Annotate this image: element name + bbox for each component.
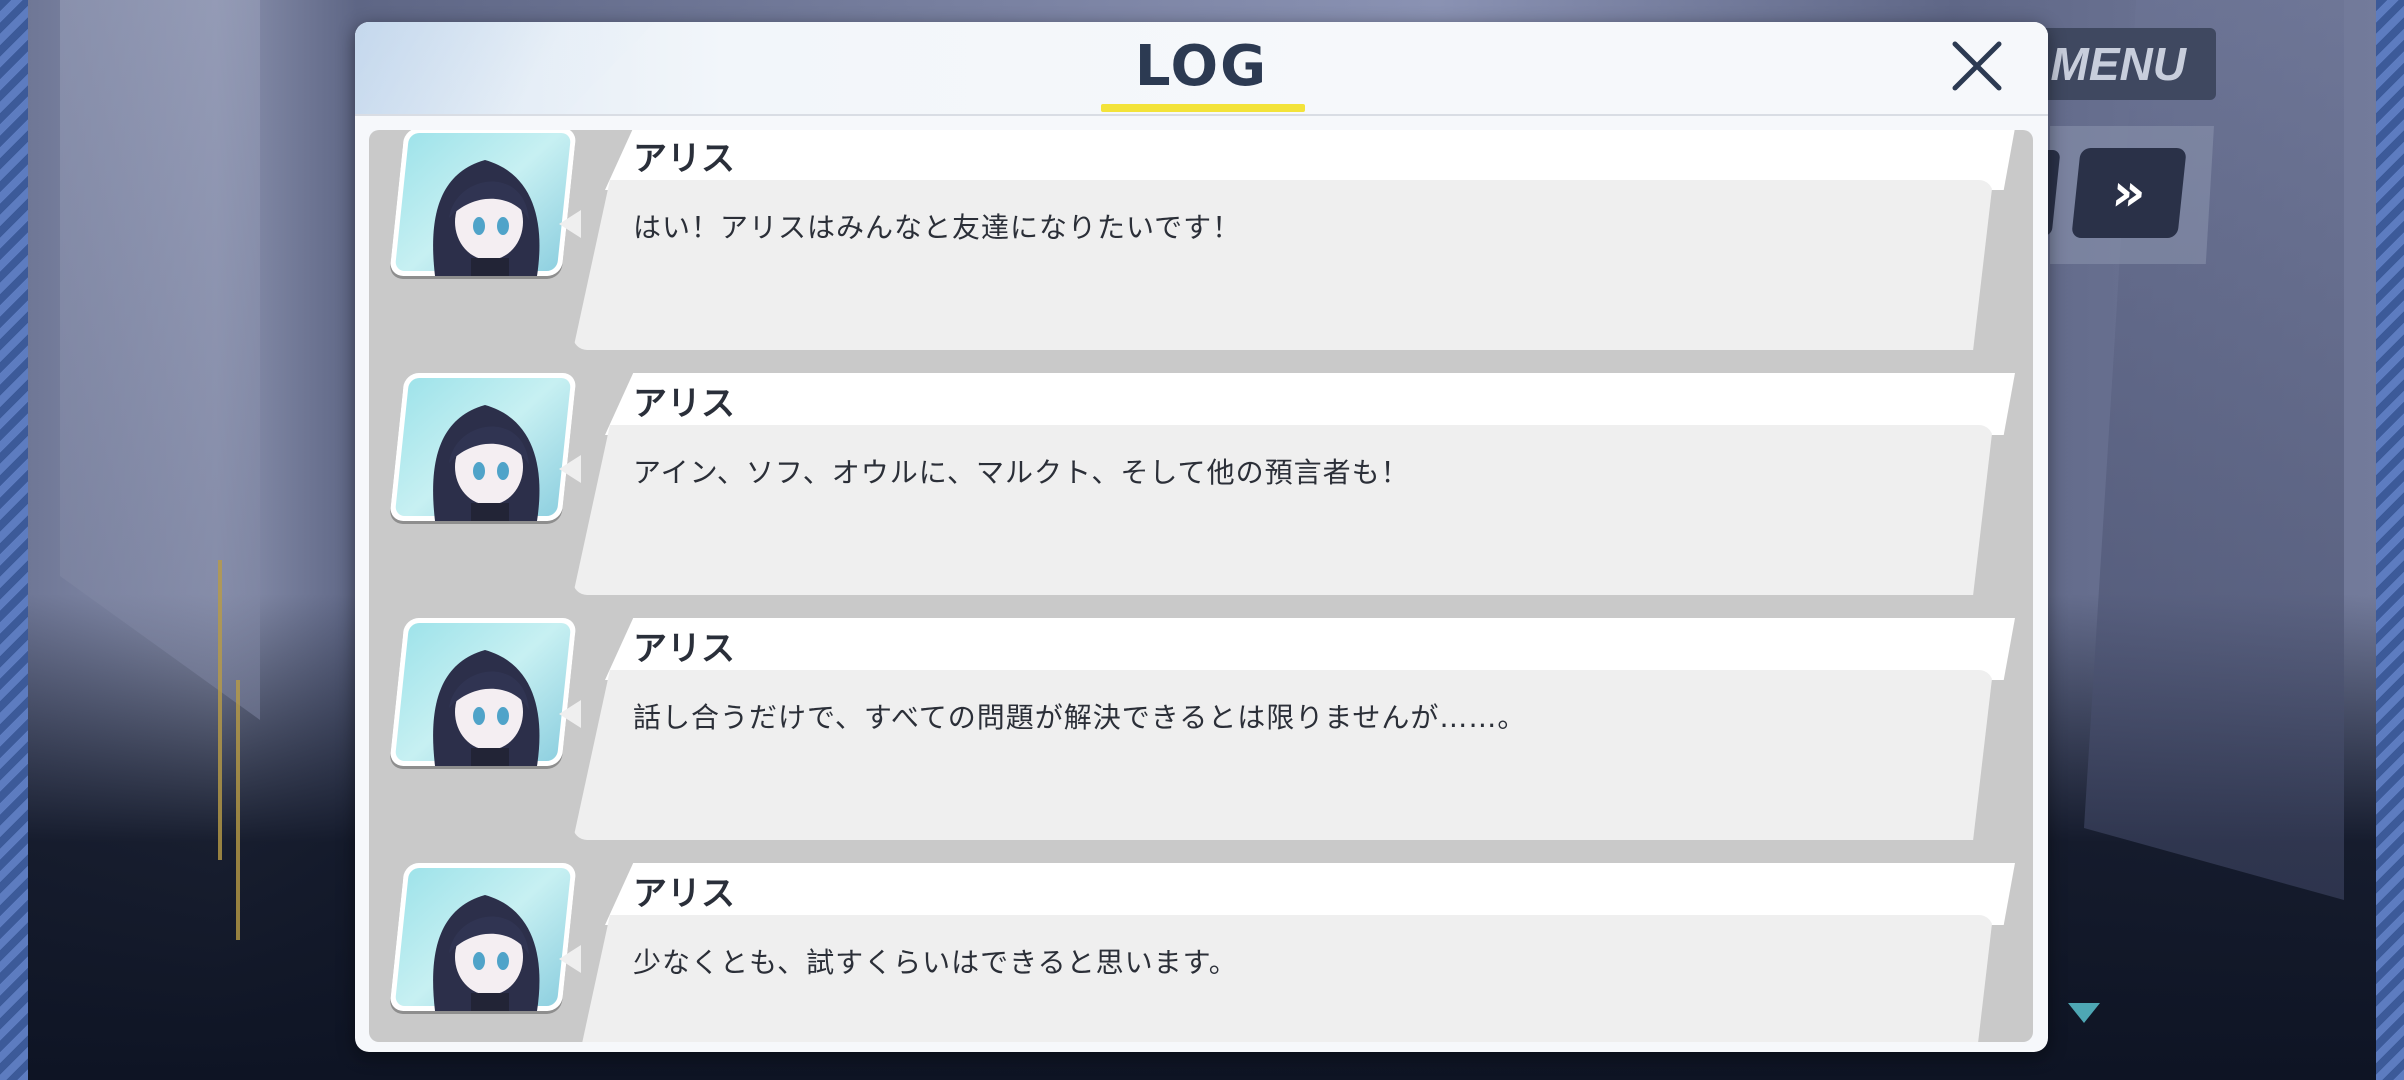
bubble-tail bbox=[559, 945, 581, 973]
title-underline bbox=[1101, 104, 1305, 112]
bubble-tail bbox=[559, 210, 581, 238]
log-dialog: LOG アリス はい！アリスはみんなと友達になりたいです！ アリス アイン、ソフ… bbox=[355, 22, 2048, 1052]
log-entry: アリス 少なくとも、試すくらいはできると思います。 bbox=[369, 863, 2033, 1042]
log-list[interactable]: アリス はい！アリスはみんなと友達になりたいです！ アリス アイン、ソフ、オウル… bbox=[369, 130, 2033, 1042]
character-portrait-icon bbox=[433, 650, 540, 766]
speaker-avatar bbox=[389, 130, 577, 276]
fast-forward-icon: » bbox=[2109, 163, 2149, 223]
character-portrait-icon bbox=[433, 160, 540, 276]
close-icon bbox=[1952, 41, 2002, 91]
close-button[interactable] bbox=[1949, 38, 2005, 94]
message-text: 少なくとも、試すくらいはできると思います。 bbox=[633, 946, 1238, 979]
light-strip bbox=[218, 560, 222, 860]
bubble-tail bbox=[559, 700, 581, 728]
screen-border-left bbox=[0, 0, 28, 1080]
light-strip bbox=[236, 680, 240, 940]
message-text: 話し合うだけで、すべての問題が解決できるとは限りませんが……。 bbox=[633, 701, 1527, 734]
bubble-tail bbox=[559, 455, 581, 483]
character-portrait-icon bbox=[433, 895, 540, 1011]
log-title: LOG bbox=[1134, 34, 1269, 99]
log-entry: アリス はい！アリスはみんなと友達になりたいです！ bbox=[369, 130, 2033, 358]
speaker-avatar bbox=[389, 618, 577, 766]
screen-border-right bbox=[2376, 0, 2404, 1080]
speaker-avatar bbox=[389, 373, 577, 521]
character-portrait-icon bbox=[433, 405, 540, 521]
menu-button[interactable]: MENU bbox=[2030, 28, 2216, 100]
message-text: はい！アリスはみんなと友達になりたいです！ bbox=[633, 211, 1242, 244]
down-triangle-icon[interactable] bbox=[2068, 1003, 2100, 1023]
fast-forward-button[interactable]: » bbox=[2071, 148, 2187, 238]
message-text: アイン、ソフ、オウルに、マルクト、そして他の預言者も！ bbox=[633, 456, 1410, 489]
log-header: LOG bbox=[355, 22, 2048, 116]
log-entry: アリス アイン、ソフ、オウルに、マルクト、そして他の預言者も！ bbox=[369, 373, 2033, 603]
log-entry: アリス 話し合うだけで、すべての問題が解決できるとは限りませんが……。 bbox=[369, 618, 2033, 848]
speaker-avatar bbox=[389, 863, 577, 1011]
